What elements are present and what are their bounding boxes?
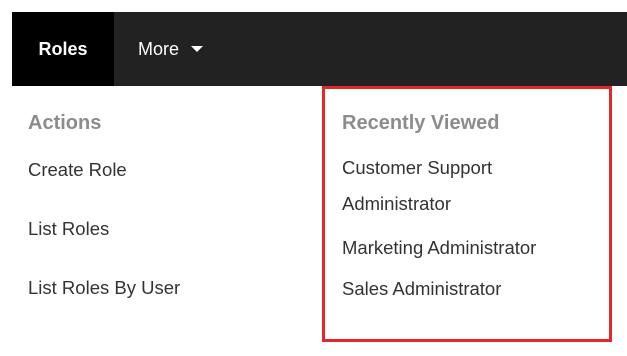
recently-viewed-list: Customer Support Administrator Marketing… xyxy=(342,150,609,304)
recent-item-sales-administrator[interactable]: Sales Administrator xyxy=(342,273,609,304)
more-label: More xyxy=(138,39,180,59)
tab-roles[interactable]: Roles xyxy=(12,12,114,86)
recent-item-customer-support-administrator[interactable]: Customer Support Administrator xyxy=(342,150,572,222)
recent-item-marketing-administrator[interactable]: Marketing Administrator xyxy=(342,232,609,263)
roles-module-menu: Roles More Actions Create Role List Role… xyxy=(0,0,627,356)
create-role-link[interactable]: Create Role xyxy=(28,154,308,185)
actions-heading: Actions xyxy=(28,112,102,134)
actions-column: Actions Create Role List Roles List Role… xyxy=(28,86,308,303)
recently-viewed-heading: Recently Viewed xyxy=(342,112,500,134)
caret-down-icon xyxy=(191,46,204,53)
actions-list: Create Role List Roles List Roles By Use… xyxy=(28,154,308,303)
recently-viewed-panel: Recently Viewed Customer Support Adminis… xyxy=(322,86,612,342)
more-dropdown-button[interactable]: More xyxy=(138,12,204,86)
list-roles-link[interactable]: List Roles xyxy=(28,213,308,244)
module-navbar: Roles More xyxy=(12,12,627,86)
list-roles-by-user-link[interactable]: List Roles By User xyxy=(28,272,308,303)
